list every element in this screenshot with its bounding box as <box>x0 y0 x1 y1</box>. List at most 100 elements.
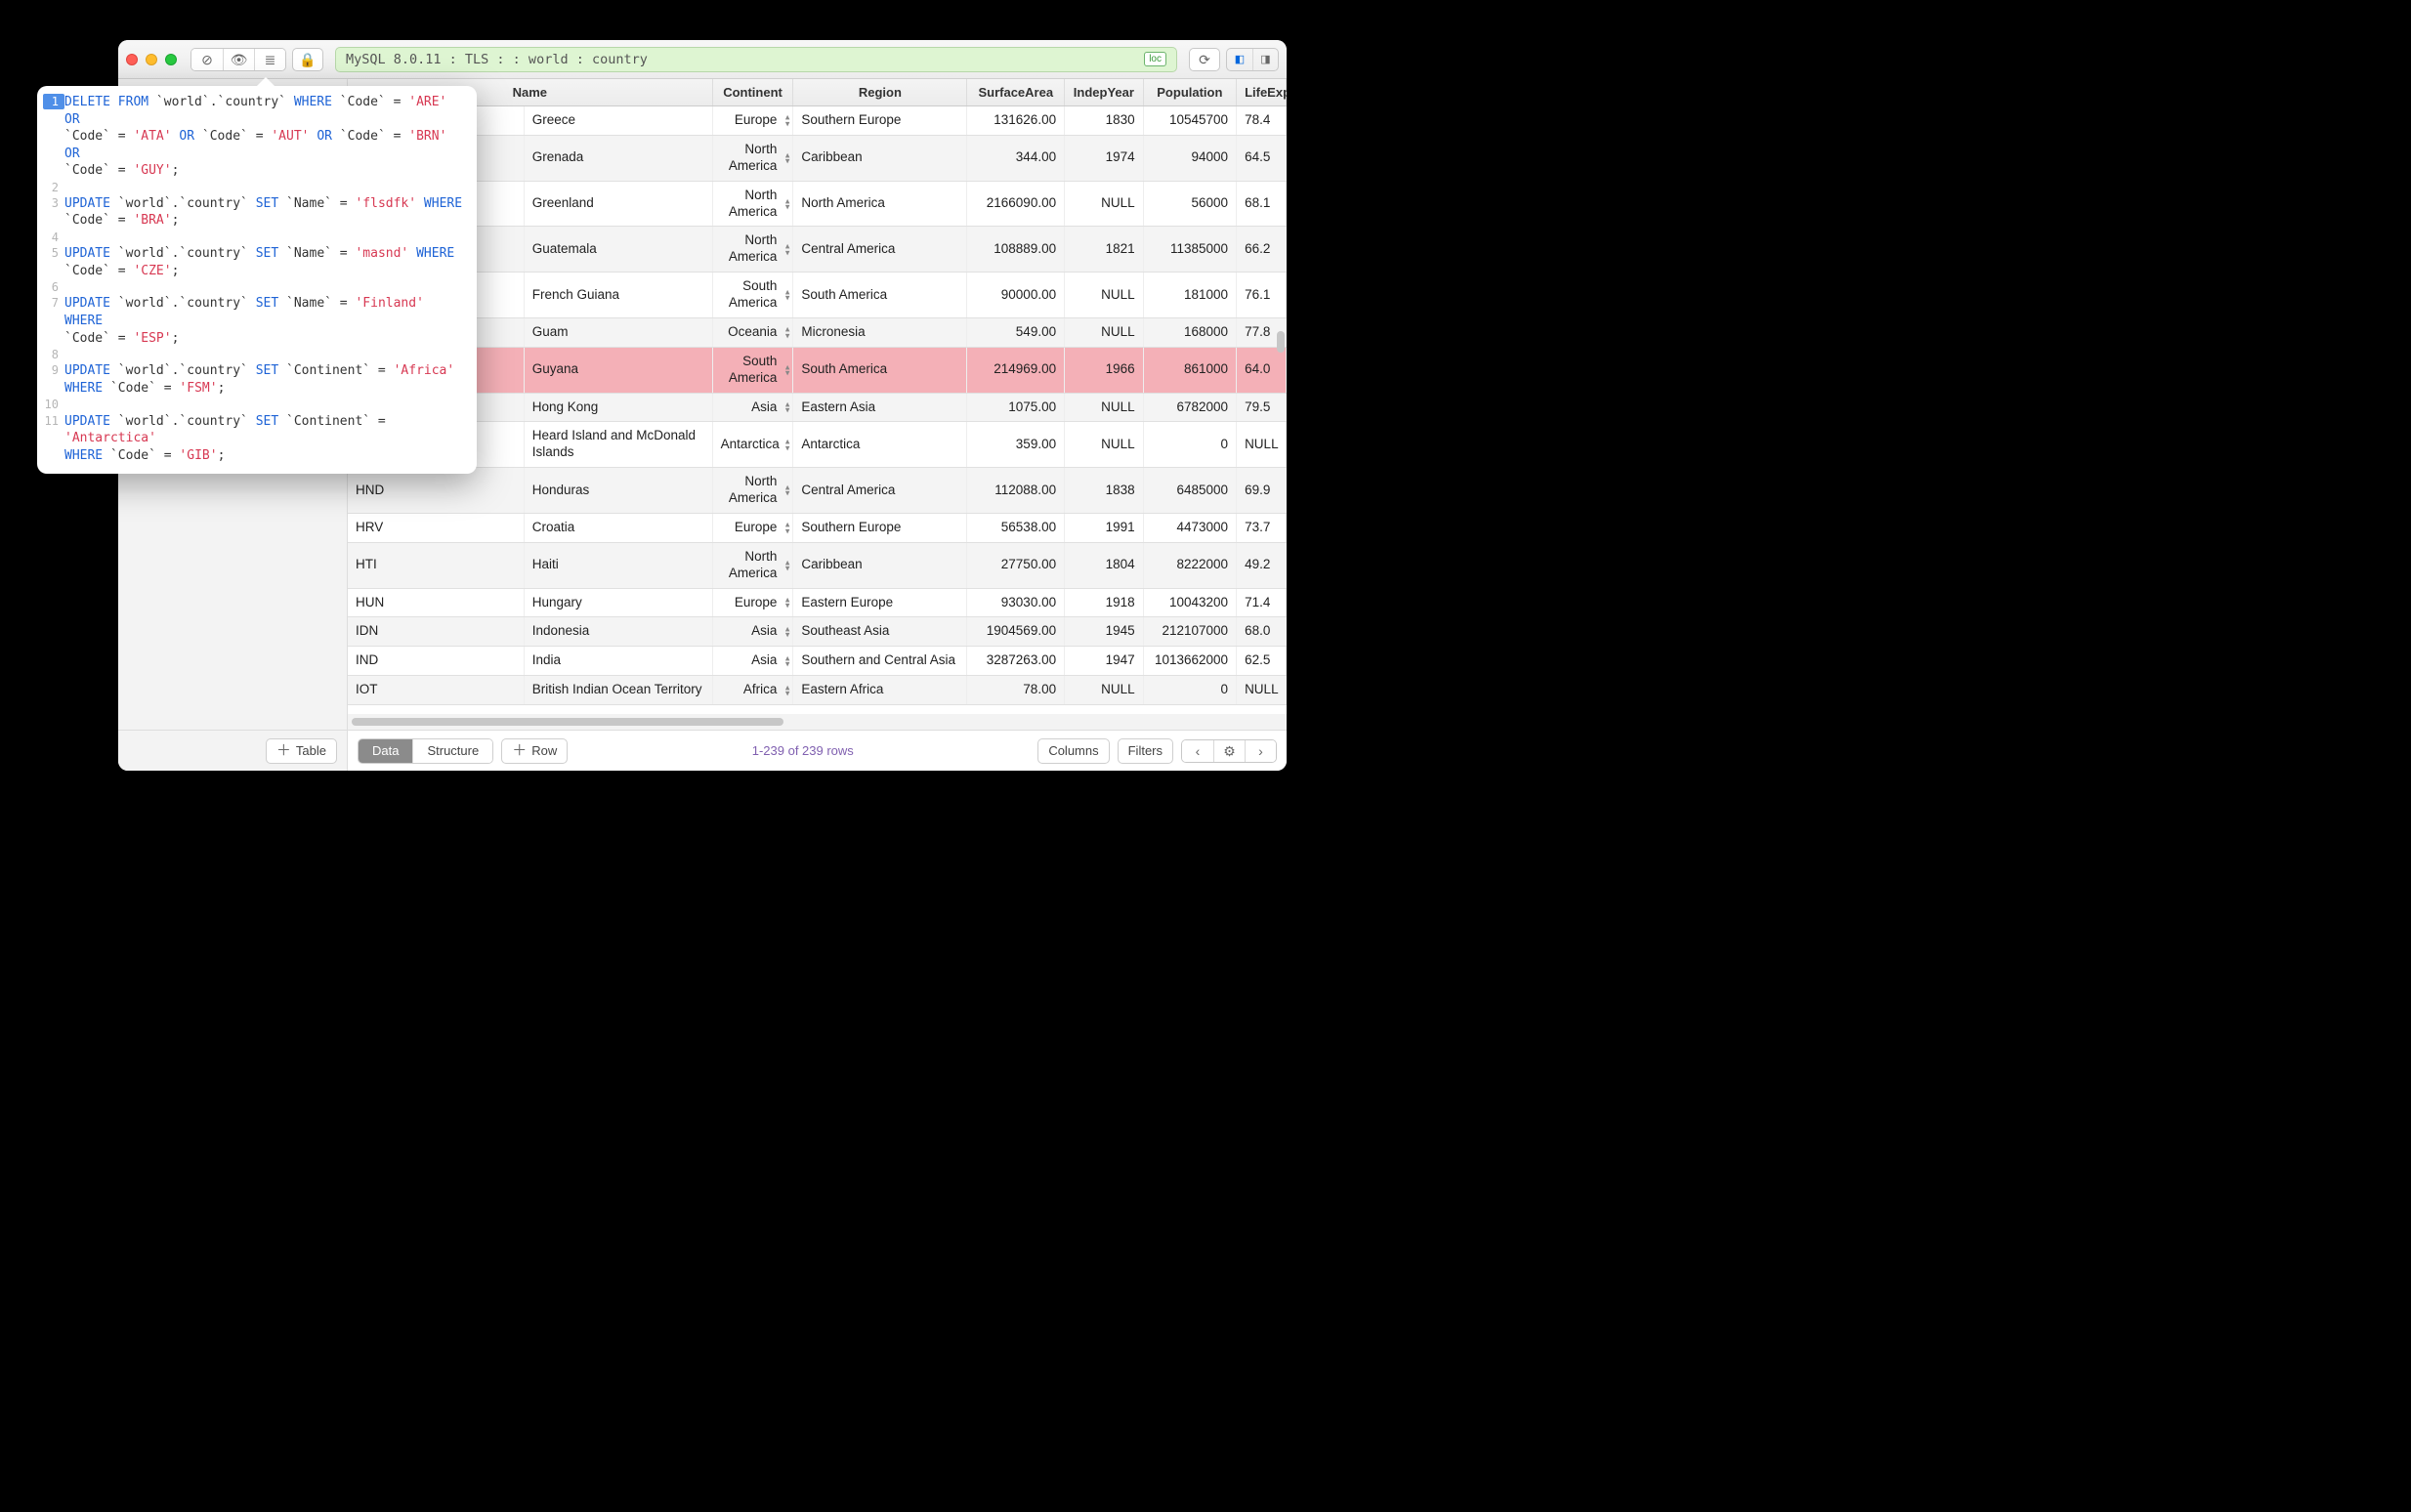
cell[interactable]: 1013662000 <box>1143 647 1236 676</box>
cell[interactable]: Central America <box>793 468 967 514</box>
cell[interactable]: 359.00 <box>967 422 1065 468</box>
cell[interactable]: 90000.00 <box>967 273 1065 318</box>
col-header[interactable]: IndepYear <box>1065 79 1144 106</box>
cell[interactable]: 8222000 <box>1143 542 1236 588</box>
stepper-icon[interactable]: ▴▾ <box>785 289 790 302</box>
commit-button[interactable]: ≣ <box>254 49 285 70</box>
cell[interactable]: Heard Island and McDonald Islands <box>524 422 712 468</box>
cell[interactable]: 1947 <box>1065 647 1144 676</box>
cell[interactable]: South America▴▾ <box>712 273 793 318</box>
cell[interactable]: 1966 <box>1065 347 1144 393</box>
horizontal-scrollbar[interactable] <box>352 718 783 726</box>
tab-data[interactable]: Data <box>359 739 412 763</box>
cell[interactable]: French Guiana <box>524 273 712 318</box>
cell[interactable]: 4473000 <box>1143 513 1236 542</box>
cell[interactable]: 0 <box>1143 422 1236 468</box>
cell[interactable]: 73.7 <box>1237 513 1287 542</box>
cell[interactable]: 56538.00 <box>967 513 1065 542</box>
cell[interactable]: South America▴▾ <box>712 347 793 393</box>
cell[interactable]: NULL <box>1065 422 1144 468</box>
cell[interactable]: 1821 <box>1065 227 1144 273</box>
cell[interactable]: Guam <box>524 317 712 347</box>
cell[interactable]: Croatia <box>524 513 712 542</box>
cell[interactable]: Southern Europe <box>793 513 967 542</box>
cell[interactable]: Asia▴▾ <box>712 617 793 647</box>
stepper-icon[interactable]: ▴▾ <box>785 197 790 210</box>
cell[interactable]: Asia▴▾ <box>712 647 793 676</box>
cell[interactable]: IND <box>348 647 524 676</box>
cell[interactable]: South America <box>793 347 967 393</box>
cell[interactable]: 131626.00 <box>967 106 1065 136</box>
cell[interactable]: Caribbean <box>793 542 967 588</box>
cell[interactable]: British Indian Ocean Territory <box>524 676 712 705</box>
stepper-icon[interactable]: ▴▾ <box>785 684 790 696</box>
cell[interactable]: 6782000 <box>1143 393 1236 422</box>
cell[interactable]: 1974 <box>1065 135 1144 181</box>
cell[interactable]: 1804 <box>1065 542 1144 588</box>
panel-toggle[interactable]: ◧ ◨ <box>1226 48 1279 71</box>
cell[interactable]: NULL <box>1065 676 1144 705</box>
cell[interactable]: IOT <box>348 676 524 705</box>
cell[interactable]: 56000 <box>1143 181 1236 227</box>
cell[interactable]: 49.2 <box>1237 542 1287 588</box>
cell[interactable]: Micronesia <box>793 317 967 347</box>
cell[interactable]: 66.2 <box>1237 227 1287 273</box>
cell[interactable]: 1991 <box>1065 513 1144 542</box>
col-header[interactable]: SurfaceArea <box>967 79 1065 106</box>
cell[interactable]: 3287263.00 <box>967 647 1065 676</box>
cell[interactable]: North America <box>793 181 967 227</box>
col-header[interactable]: Continent <box>712 79 793 106</box>
cell[interactable]: Greece <box>524 106 712 136</box>
cell[interactable]: 6485000 <box>1143 468 1236 514</box>
col-header[interactable]: LifeExp <box>1237 79 1287 106</box>
cell[interactable]: 76.1 <box>1237 273 1287 318</box>
cell[interactable]: 214969.00 <box>967 347 1065 393</box>
cell[interactable]: 212107000 <box>1143 617 1236 647</box>
cell[interactable]: 93030.00 <box>967 588 1065 617</box>
page-settings-button[interactable]: ⚙ <box>1213 740 1245 762</box>
cell[interactable]: 549.00 <box>967 317 1065 347</box>
stepper-icon[interactable]: ▴▾ <box>785 559 790 571</box>
cell[interactable]: 168000 <box>1143 317 1236 347</box>
cell[interactable]: 78.4 <box>1237 106 1287 136</box>
cell[interactable]: 1075.00 <box>967 393 1065 422</box>
table-row[interactable]: French GuianaSouth America▴▾South Americ… <box>348 273 1287 318</box>
cell[interactable]: Eastern Asia <box>793 393 967 422</box>
cell[interactable]: NULL <box>1065 393 1144 422</box>
stepper-icon[interactable]: ▴▾ <box>785 363 790 376</box>
cell[interactable]: Caribbean <box>793 135 967 181</box>
cell[interactable]: Central America <box>793 227 967 273</box>
cell[interactable]: Guyana <box>524 347 712 393</box>
cell[interactable]: 1830 <box>1065 106 1144 136</box>
cell[interactable]: IDN <box>348 617 524 647</box>
cell[interactable]: Europe▴▾ <box>712 513 793 542</box>
cell[interactable]: Indonesia <box>524 617 712 647</box>
col-header[interactable]: Population <box>1143 79 1236 106</box>
left-panel-icon[interactable]: ◧ <box>1227 49 1252 70</box>
cell[interactable]: Eastern Europe <box>793 588 967 617</box>
cell[interactable]: 69.9 <box>1237 468 1287 514</box>
lock-button[interactable]: 🔒 <box>292 48 323 71</box>
cell[interactable]: Honduras <box>524 468 712 514</box>
cell[interactable]: Europe▴▾ <box>712 588 793 617</box>
next-page-button[interactable]: › <box>1245 740 1276 762</box>
cell[interactable]: 10043200 <box>1143 588 1236 617</box>
grid-wrap[interactable]: Name Continent Region SurfaceArea IndepY… <box>348 79 1287 714</box>
cell[interactable]: 94000 <box>1143 135 1236 181</box>
cell[interactable]: 64.5 <box>1237 135 1287 181</box>
cell[interactable]: NULL <box>1065 317 1144 347</box>
tab-structure[interactable]: Structure <box>412 739 492 763</box>
cell[interactable]: Southern and Central Asia <box>793 647 967 676</box>
cell[interactable]: 68.0 <box>1237 617 1287 647</box>
breadcrumb[interactable]: MySQL 8.0.11 : TLS : : world : country l… <box>335 47 1177 72</box>
refresh-button[interactable]: ⟳ <box>1189 48 1220 71</box>
cell[interactable]: 112088.00 <box>967 468 1065 514</box>
cell[interactable]: Eastern Africa <box>793 676 967 705</box>
stepper-icon[interactable]: ▴▾ <box>785 401 790 414</box>
cell[interactable]: Grenada <box>524 135 712 181</box>
minimize-window[interactable] <box>146 54 157 65</box>
cell[interactable]: HND <box>348 468 524 514</box>
cell[interactable]: North America▴▾ <box>712 468 793 514</box>
cell[interactable]: 1838 <box>1065 468 1144 514</box>
cell[interactable]: 62.5 <box>1237 647 1287 676</box>
